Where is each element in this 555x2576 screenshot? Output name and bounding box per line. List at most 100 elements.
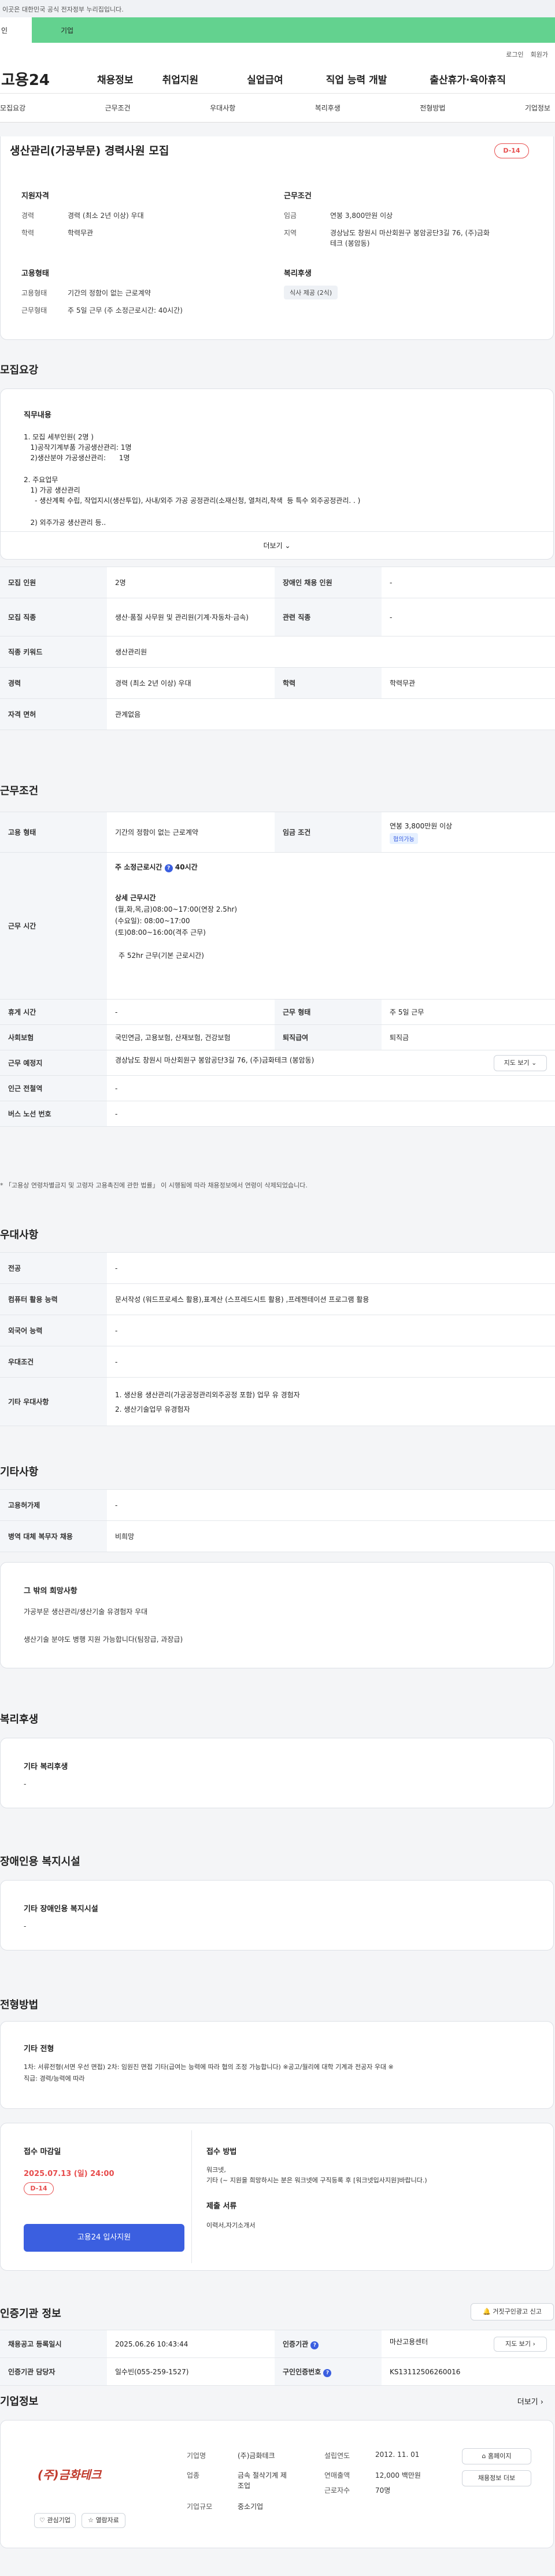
table-row: 모집 인원 2명 장애인 채용 인원 - [0,567,555,598]
table-cell: 일수빈(055-259-1527) [107,2357,275,2386]
table-header: 근무 시간 [0,852,107,1000]
company-card: (주)금화테크 ♡ 관심기업 ☆ 열람자료 기업명 (주)금화테크 업종 금속 … [0,2420,554,2548]
table-cell: 주 5일 근무 [382,999,555,1025]
est-value: 2012. 11. 01 [375,2451,420,2459]
job-content-line: 1) 가공 생산관리 [24,486,80,494]
welfare-card: 기타 복리후생 - [0,1738,554,1808]
job-content-card: 직무내용 1. 모집 세부인원( 2명 ) 1)공작기계부품 가공생산관리: 1… [0,388,554,560]
table-row: 사회보험 국민연금, 고용보험, 산재보험, 건강보험 퇴직급여 퇴직금 [0,1024,555,1050]
method-line: 워크넷, [206,2166,226,2174]
est-label: 설립연도 [324,2452,350,2460]
table-header: 전공 [0,1252,107,1284]
info-icon[interactable]: ? [164,864,173,872]
bell-icon: 🔔 [483,2308,491,2315]
table-cell: - [382,567,555,598]
login-link[interactable]: 로그인 [506,51,523,58]
hours-detail-title: 상세 근무시간 [115,894,156,902]
chevron-down-icon: ⌄ [284,542,291,550]
info-icon[interactable]: ? [310,2341,319,2349]
table-cell: 기간의 정함이 없는 근로계약 [107,812,275,853]
table-header: 버스 노선 번호 [0,1101,107,1127]
fav-company-button[interactable]: ♡ 관심기업 [34,2513,76,2528]
company-jobs-button[interactable]: 채용정보 더보 [462,2470,531,2486]
tab-individual[interactable]: 인 [0,17,32,43]
table-header: 경력 [0,667,107,699]
gnb-item-training[interactable]: 직업 능력 개발 [326,72,387,86]
util-bar: 로그인 회원가 [0,43,555,65]
table-row: 전공 - [0,1252,555,1284]
employees-value: 70명 [375,2486,391,2494]
wage-value: 연봉 3,800만원 이상 [330,212,393,220]
emp-value: 기간의 정함이 없는 근로계약 [68,289,151,297]
table-header: 학력 [275,667,382,699]
gnb-item-leave[interactable]: 출산휴가·육아휴직 [430,72,506,86]
loc-label: 지역 [284,229,297,237]
site-logo[interactable]: 고용24 [0,68,68,90]
wage-text: 연봉 3,800만원 이상 [390,821,453,830]
snav-condition[interactable]: 근무조건 [105,103,131,113]
apply-button[interactable]: 고용24 입사지원 [24,2224,184,2252]
employees-label: 근로자수 [324,2486,350,2494]
gnb-item-employment[interactable]: 취업지원 [162,72,199,86]
table-cell: 2025.06.26 10:43:44 [107,2330,275,2358]
homepage-button[interactable]: ⌂ 홈페이지 [462,2448,531,2464]
hours-line: (월,화,목,금)08:00~17:00(연장 2.5hr) [115,905,238,913]
deadline-dday: D-14 [24,2182,54,2195]
report-button[interactable]: 🔔 거짓구인광고 신고 [471,2303,554,2320]
table-row: 버스 노선 번호 - [0,1101,555,1127]
snav-pref[interactable]: 우대사항 [210,103,235,113]
table-header: 병역 대체 복무자 채용 [0,1520,107,1552]
table-cell: 경상남도 창원시 마산회원구 봉암공단3길 76, (주)금화테크 (봉암동) 지… [107,1050,555,1076]
table-cell: 관계없음 [107,698,555,730]
hours-line: (수요일): 08:00~17:00 [115,917,190,925]
sales-label: 연매출액 [324,2471,350,2479]
table-row: 고용 형태 기간의 정함이 없는 근로계약 임금 조건 연봉 3,800만원 이상 협의… [0,812,555,853]
snav-process[interactable]: 전형방법 [420,103,445,113]
table-row: 인증기관 담당자 일수빈(055-259-1527) 구인인증번호 ? KS13112… [0,2357,555,2386]
welfare-tag: 식사 제공 (2식) [284,286,338,299]
more-button[interactable]: 더보기 ⌄ [1,531,553,560]
agency-table: 채용공고 등록일시 2025.06.26 10:43:44 인증기관 ? 마산고용센터… [0,2330,555,2386]
table-row: 자격 면허 관계없음 [0,698,555,730]
company-name-label: 기업명 [187,2452,206,2460]
etc-wish-card: 그 밖의 희망사항 가공부문 생산관리/생산기술 유경험자 우대 생산기술 분야… [0,1562,554,1668]
welfare-etc-value: - [24,1780,27,1788]
table-header: 인증기관 담당자 [0,2357,107,2386]
cond-title: 근무조건 [284,192,312,201]
gnb-item-jobs[interactable]: 채용정보 [97,72,134,86]
agency-map-button[interactable]: 지도 보기 › [494,2336,547,2352]
table-cell: - [107,1252,555,1284]
table-row: 근무 예정지 경상남도 창원시 마산회원구 봉암공단3길 76, (주)금화테크 … [0,1050,555,1076]
snav-company[interactable]: 기업정보 [525,103,550,113]
section-title-welfare: 복리후생 [0,1713,39,1726]
industry-value-2: 조업 [238,2482,251,2490]
info-icon[interactable]: ? [323,2368,332,2377]
signup-link[interactable]: 회원가 [531,51,548,58]
gnb-item-unemployment[interactable]: 실업급여 [247,72,283,86]
table-cell: 생산·품질 사무원 및 관리원(기계·자동차·금속) [107,598,275,636]
table-row: 직종 키워드 생산관리원 [0,636,555,668]
size-label: 기업규모 [187,2503,213,2511]
tab-company[interactable]: 기업 [32,17,555,43]
table-row: 채용공고 등록일시 2025.06.26 10:43:44 인증기관 ? 마산고용센터… [0,2330,555,2358]
process-card: 기타 전형 1차: 서류전형(서면 우선 면접) 2차: 임원진 면접 기타(급… [0,2021,554,2109]
table-header: 자격 면허 [0,698,107,730]
table-cell: 마산고용센터 지도 보기 › [382,2330,555,2358]
table-row: 우대조건 - [0,1346,555,1378]
table-cell: KS13112506260016 [382,2357,555,2386]
process-line: 직급: 경력/능력에 따라 [24,2075,85,2082]
snav-recruit[interactable]: 모집요강 [0,103,25,113]
company-more-link[interactable]: 더보기 › [517,2396,543,2407]
snav-welfare[interactable]: 복리후생 [315,103,341,113]
section-title-process: 전형방법 [0,1999,39,2011]
table-cell: 생산관리원 [107,636,555,668]
address-text: 경상남도 창원시 마산회원구 봉암공단3길 76, (주)금화테크 (봉암동) [115,1056,314,1064]
company-name-value: (주)금화테크 [238,2452,275,2460]
pref-table: 전공 - 컴퓨터 활용 능력 문서작성 (워드프로세스 활용),표계산 (스프레드시… [0,1252,555,1426]
follow-button[interactable]: ☆ 열람자료 [82,2513,125,2528]
heart-icon: ♡ [39,2516,45,2524]
section-title-workcond: 근무조건 [0,785,39,797]
map-button[interactable]: 지도 보기 ⌄ [494,1054,547,1071]
disability-value: - [24,1922,27,1930]
table-row: 고용허가제 - [0,1489,555,1521]
